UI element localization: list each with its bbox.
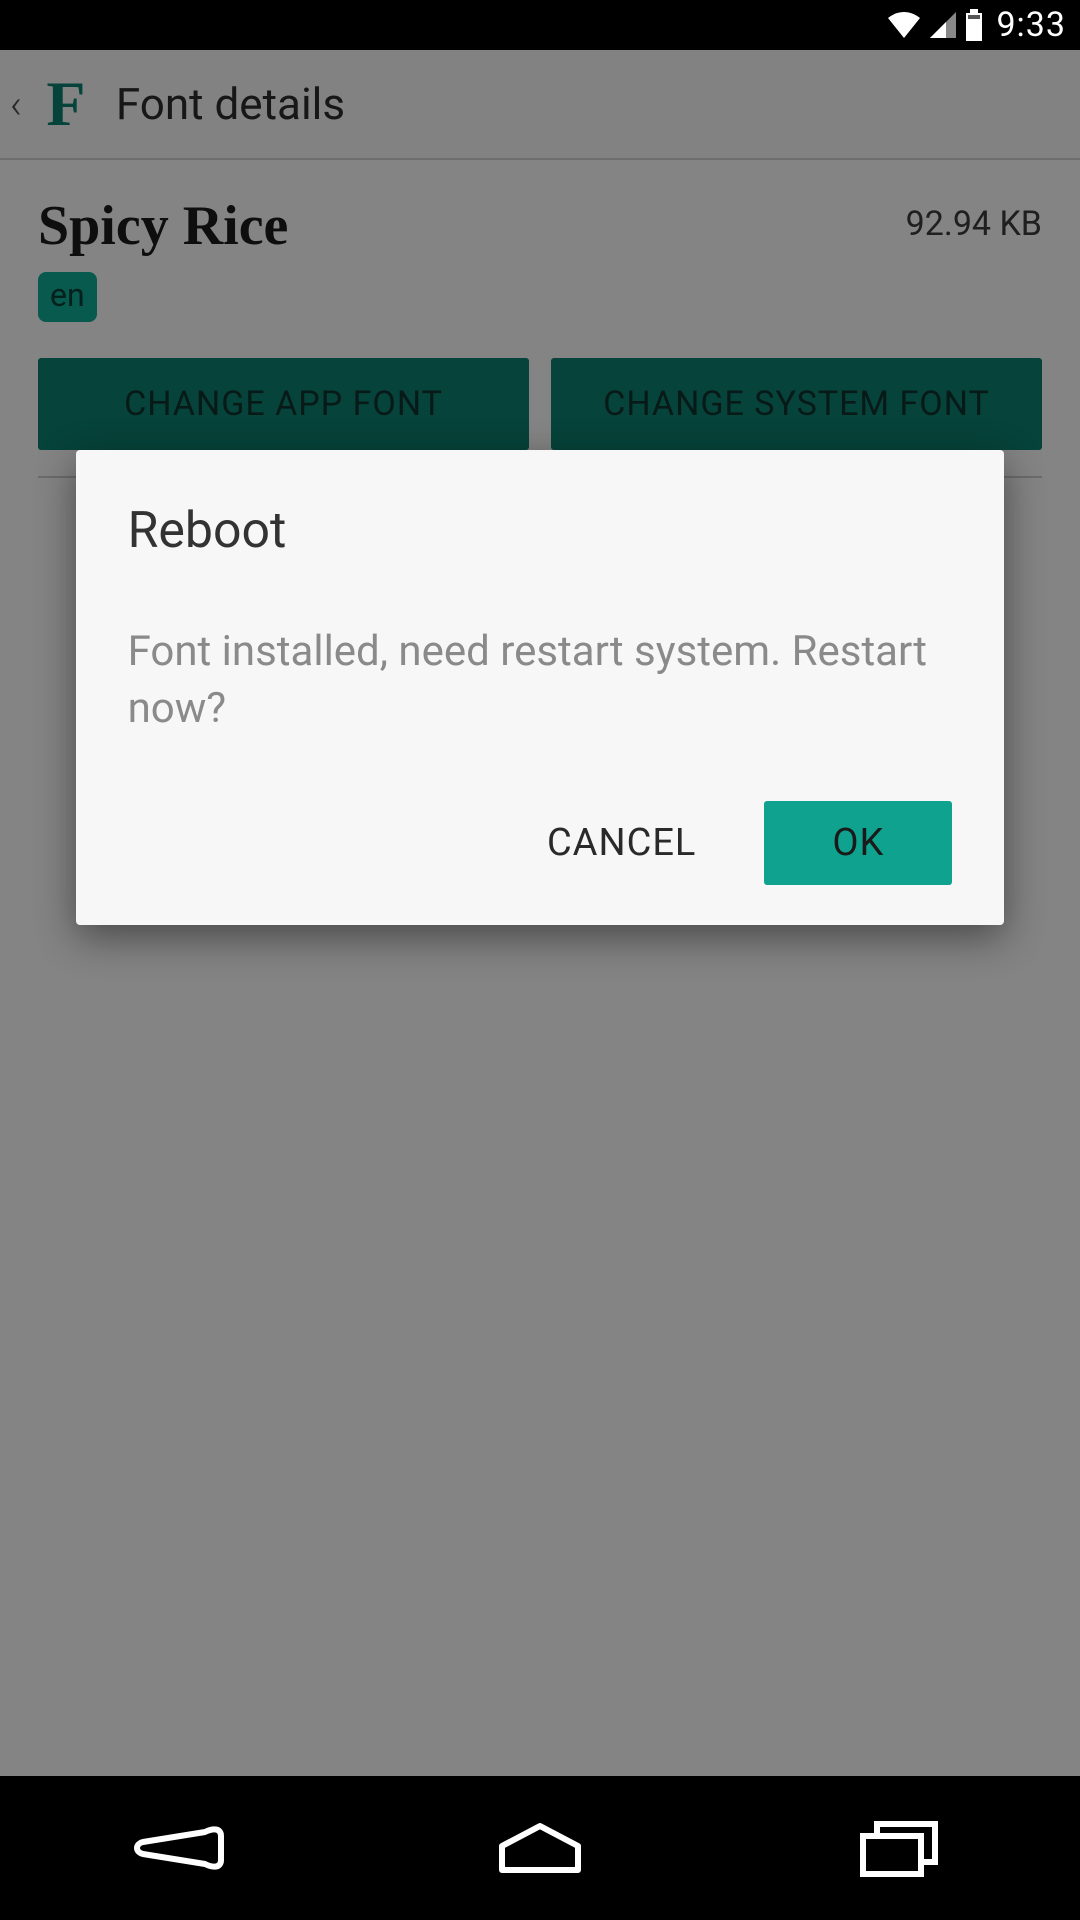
nav-recents-button[interactable] — [780, 1800, 1020, 1896]
battery-icon — [964, 9, 984, 41]
dialog-message: Font installed, need restart system. Res… — [128, 624, 953, 737]
cancel-button[interactable]: CANCEL — [519, 803, 724, 883]
navigation-bar — [0, 1776, 1080, 1920]
nav-home-button[interactable] — [420, 1800, 660, 1896]
ok-button[interactable]: OK — [764, 801, 952, 885]
device-frame: 9:33 ‹ F Font details Spicy Rice en 92.9… — [0, 0, 1080, 1920]
cell-signal-icon — [928, 10, 958, 40]
status-bar: 9:33 — [0, 0, 1080, 50]
status-time: 9:33 — [996, 5, 1066, 45]
nav-back-button[interactable] — [60, 1800, 300, 1896]
reboot-dialog: Reboot Font installed, need restart syst… — [76, 450, 1005, 925]
modal-overlay[interactable]: Reboot Font installed, need restart syst… — [0, 50, 1080, 1776]
wifi-icon — [886, 10, 922, 40]
dialog-actions: CANCEL OK — [128, 801, 953, 885]
dialog-title: Reboot — [128, 502, 953, 560]
